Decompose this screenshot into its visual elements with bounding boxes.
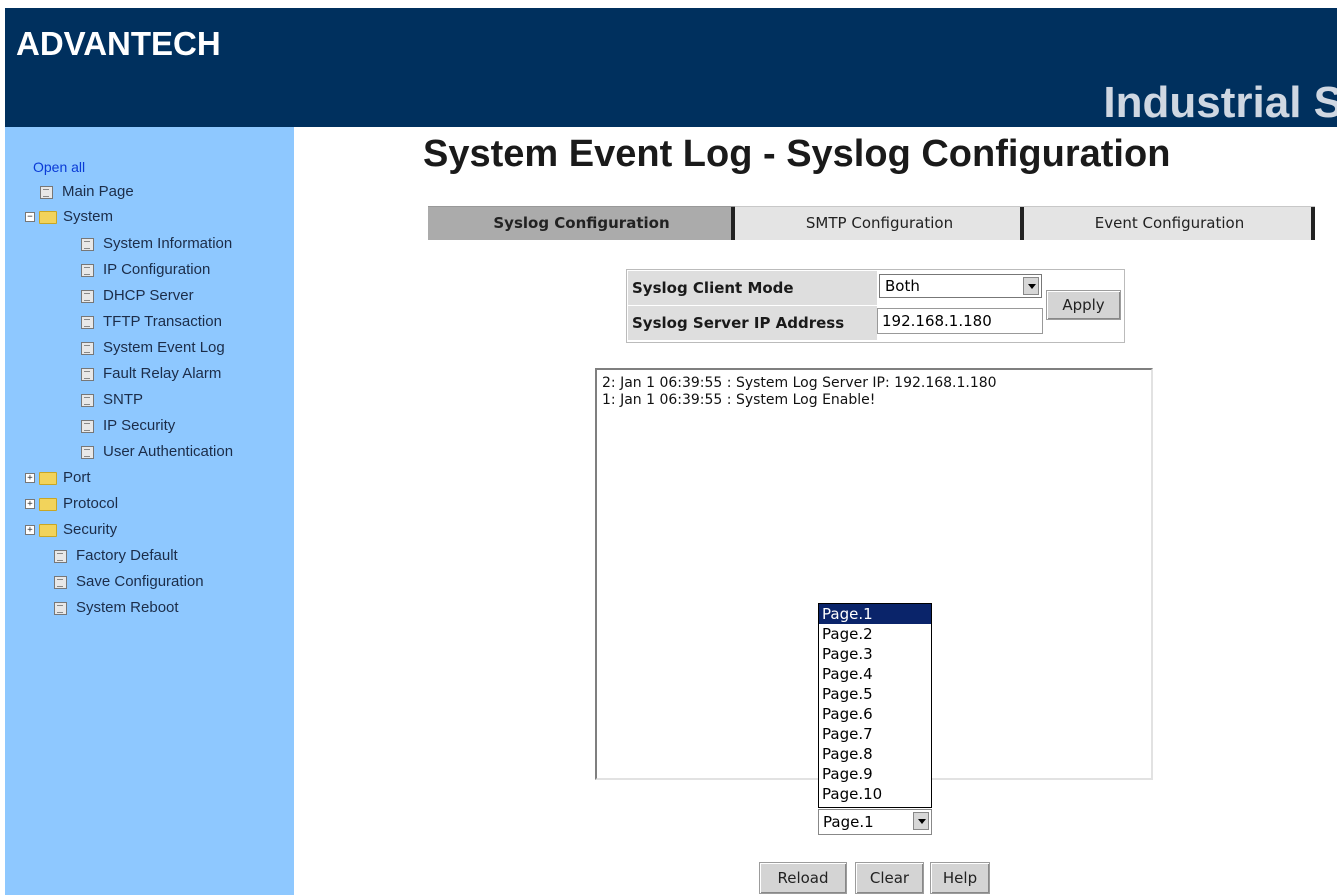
sidebar-item-protocol[interactable]: + Protocol <box>25 493 118 515</box>
page-option[interactable]: Page.3 <box>819 644 931 664</box>
expand-icon[interactable]: + <box>25 473 35 484</box>
folder-icon <box>39 471 57 485</box>
sidebar-item-save-configuration[interactable]: Save Configuration <box>54 571 204 593</box>
sidebar-item-system-event-log[interactable]: System Event Log <box>81 337 225 359</box>
sidebar-item-label: System <box>63 208 114 225</box>
sidebar-item-label: System Event Log <box>103 339 225 356</box>
help-button[interactable]: Help <box>930 862 990 894</box>
sidebar-item-port[interactable]: + Port <box>25 467 91 489</box>
page-option[interactable]: Page.9 <box>819 764 931 784</box>
chevron-down-icon[interactable] <box>1023 277 1039 295</box>
page-icon <box>81 315 94 329</box>
apply-button[interactable]: Apply <box>1046 290 1121 320</box>
client-mode-label: Syslog Client Mode <box>628 271 877 305</box>
page-option[interactable]: Page.6 <box>819 704 931 724</box>
client-mode-select[interactable]: Both <box>879 274 1042 298</box>
sidebar-item-system[interactable]: − System <box>25 206 113 228</box>
sidebar-item-system-information[interactable]: System Information <box>81 233 232 255</box>
sidebar-item-label: IP Security <box>103 417 176 434</box>
sidebar-item-factory-default[interactable]: Factory Default <box>54 545 178 567</box>
sidebar-item-system-reboot[interactable]: System Reboot <box>54 597 179 619</box>
tab-label: Event Configuration <box>1094 214 1245 232</box>
tab-label: SMTP Configuration <box>805 214 954 232</box>
folder-icon <box>39 497 57 511</box>
page-icon <box>81 237 94 251</box>
sidebar-item-label: Factory Default <box>76 547 178 564</box>
page-option[interactable]: Page.8 <box>819 744 931 764</box>
sidebar-item-security[interactable]: + Security <box>25 519 117 541</box>
sidebar-item-label: SNTP <box>103 391 144 408</box>
syslog-config-form: Syslog Client Mode Both Syslog Server IP… <box>626 269 1125 343</box>
page-icon <box>81 367 94 381</box>
client-mode-value: Both <box>885 277 920 295</box>
page-icon <box>40 185 53 199</box>
server-ip-input[interactable]: 192.168.1.180 <box>877 308 1043 334</box>
sidebar-item-fault-relay-alarm[interactable]: Fault Relay Alarm <box>81 363 221 385</box>
page-icon <box>54 601 67 615</box>
sidebar-item-tftp-transaction[interactable]: TFTP Transaction <box>81 311 222 333</box>
page-icon <box>81 263 94 277</box>
clear-button[interactable]: Clear <box>855 862 924 894</box>
log-line: 2: Jan 1 06:39:55 : System Log Server IP… <box>602 375 997 391</box>
sidebar-item-user-authentication[interactable]: User Authentication <box>81 441 233 463</box>
reload-button[interactable]: Reload <box>759 862 847 894</box>
page-option[interactable]: Page.10 <box>819 784 931 804</box>
open-all-link[interactable]: Open all <box>33 159 85 175</box>
page-option[interactable]: Page.2 <box>819 624 931 644</box>
log-line: 1: Jan 1 06:39:55 : System Log Enable! <box>602 392 876 408</box>
page-icon <box>81 341 94 355</box>
page-icon <box>81 289 94 303</box>
expand-icon[interactable]: + <box>25 499 35 510</box>
sidebar-item-label: Fault Relay Alarm <box>103 365 222 382</box>
sidebar-item-label: System Information <box>103 235 233 252</box>
tab-smtp-configuration[interactable]: SMTP Configuration <box>735 206 1024 240</box>
page-icon <box>54 549 67 563</box>
sidebar-item-sntp[interactable]: SNTP <box>81 389 143 411</box>
page-icon <box>81 419 94 433</box>
page-option[interactable]: Page.1 <box>819 604 931 624</box>
sidebar-item-dhcp-server[interactable]: DHCP Server <box>81 285 194 307</box>
tab-bar: Syslog Configuration SMTP Configuration … <box>428 206 1315 240</box>
collapse-icon[interactable]: − <box>25 212 35 223</box>
sidebar-item-label: User Authentication <box>103 443 234 460</box>
expand-icon[interactable]: + <box>25 525 35 536</box>
sidebar-item-label: IP Configuration <box>103 261 211 278</box>
sidebar-item-label: TFTP Transaction <box>103 313 222 330</box>
sidebar-item-label: Port <box>63 469 91 486</box>
page-option[interactable]: Page.7 <box>819 724 931 744</box>
page-select[interactable]: Page.1 <box>818 809 932 835</box>
server-ip-label: Syslog Server IP Address <box>628 306 877 340</box>
tab-event-configuration[interactable]: Event Configuration <box>1024 206 1315 240</box>
page-option[interactable]: Page.5 <box>819 684 931 704</box>
page-option[interactable]: Page.4 <box>819 664 931 684</box>
tab-label: Syslog Configuration <box>493 214 670 232</box>
page-icon <box>81 393 94 407</box>
page-title: System Event Log - Syslog Configuration <box>423 133 1171 175</box>
sidebar-item-label: Security <box>63 521 118 538</box>
sidebar: Open all Main Page − System System Inform… <box>5 127 294 895</box>
brand-tagline: Industrial S <box>1103 78 1337 127</box>
header-banner: ADVANTECH Industrial S <box>5 8 1337 127</box>
sidebar-item-label: Main Page <box>62 183 134 200</box>
sidebar-item-label: Save Configuration <box>76 573 204 590</box>
sidebar-item-ip-security[interactable]: IP Security <box>81 415 175 437</box>
folder-icon <box>39 523 57 537</box>
sidebar-item-ip-configuration[interactable]: IP Configuration <box>81 259 210 281</box>
page-icon <box>81 445 94 459</box>
sidebar-item-main-page[interactable]: Main Page <box>40 181 134 203</box>
chevron-down-icon[interactable] <box>913 812 929 830</box>
folder-open-icon <box>39 210 57 224</box>
tab-divider <box>1311 207 1315 240</box>
page-icon <box>54 575 67 589</box>
sidebar-item-label: System Reboot <box>76 599 179 616</box>
sidebar-item-label: Protocol <box>63 495 119 512</box>
sidebar-item-label: DHCP Server <box>103 287 194 304</box>
page-select-value: Page.1 <box>823 813 874 831</box>
brand-logo: ADVANTECH <box>16 25 221 62</box>
page-dropdown-list[interactable]: Page.1 Page.2 Page.3 Page.4 Page.5 Page.… <box>818 603 932 808</box>
tab-syslog-configuration[interactable]: Syslog Configuration <box>428 206 735 240</box>
